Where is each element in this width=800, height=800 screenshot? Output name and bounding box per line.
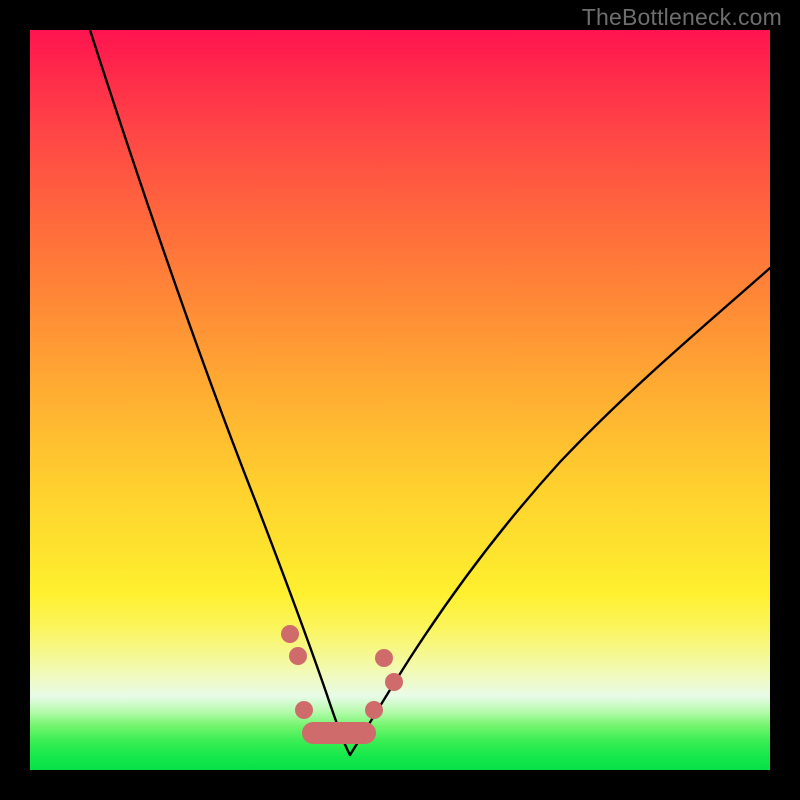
- watermark-text: TheBottleneck.com: [582, 4, 782, 31]
- trough-dot: [289, 647, 307, 665]
- right-branch-curve: [350, 268, 770, 755]
- trough-dot: [375, 649, 393, 667]
- trough-dot: [295, 701, 313, 719]
- trough-bar: [302, 722, 376, 744]
- trough-dot: [385, 673, 403, 691]
- curve-layer: [30, 30, 770, 770]
- left-branch-curve: [90, 30, 350, 755]
- trough-dot: [281, 625, 299, 643]
- outer-frame: TheBottleneck.com: [0, 0, 800, 800]
- plot-area: [30, 30, 770, 770]
- trough-dot: [365, 701, 383, 719]
